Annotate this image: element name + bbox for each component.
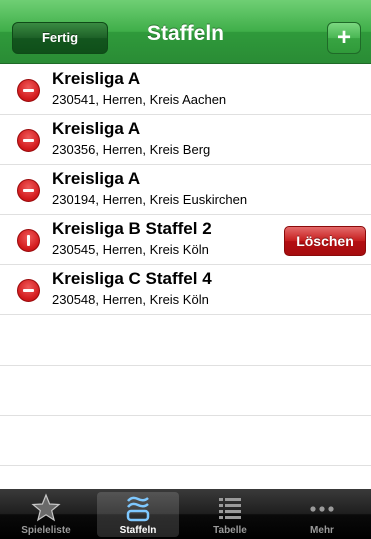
item-title: Kreisliga C Staffel 4 xyxy=(52,269,212,288)
more-icon xyxy=(276,493,368,523)
item-subtitle: 230356, Herren, Kreis Berg xyxy=(52,142,211,157)
item-subtitle: 230194, Herren, Kreis Euskirchen xyxy=(52,192,248,207)
item-subtitle: 230541, Herren, Kreis Aachen xyxy=(52,92,227,107)
tab-label: Staffeln xyxy=(119,525,157,536)
list-item[interactable]: Kreisliga A 230356, Herren, Kreis Berg xyxy=(0,115,371,165)
navigation-bar: Fertig Staffeln + xyxy=(0,0,371,64)
tab-label: Spieleliste xyxy=(21,525,71,536)
tab-staffeln[interactable]: Staffeln xyxy=(92,489,184,539)
minus-circle-icon[interactable] xyxy=(17,129,40,152)
star-icon xyxy=(0,493,92,523)
list-item[interactable]: Kreisliga C Staffel 4 230548, Herren, Kr… xyxy=(0,265,371,315)
list-item[interactable]: Kreisliga B Staffel 2 230545, Herren, Kr… xyxy=(0,215,371,265)
add-button[interactable]: + xyxy=(327,22,361,54)
item-title: Kreisliga A xyxy=(52,69,141,88)
item-title: Kreisliga B Staffel 2 xyxy=(52,219,212,238)
tab-mehr[interactable]: Mehr xyxy=(276,489,368,539)
staffel-list: Kreisliga A 230541, Herren, Kreis Aachen… xyxy=(0,65,371,489)
row-separator xyxy=(0,365,371,366)
tab-bar: Spieleliste Staffeln Tabelle Mehr xyxy=(0,489,371,539)
staffeln-icon xyxy=(92,493,184,523)
item-title: Kreisliga A xyxy=(52,169,141,188)
row-separator xyxy=(0,465,371,466)
item-title: Kreisliga A xyxy=(52,119,141,138)
minus-circle-rotated-icon[interactable] xyxy=(17,229,40,252)
tab-label: Mehr xyxy=(310,525,334,536)
list-item[interactable]: Kreisliga A 230194, Herren, Kreis Euskir… xyxy=(0,165,371,215)
minus-circle-icon[interactable] xyxy=(17,179,40,202)
list-item[interactable]: Kreisliga A 230541, Herren, Kreis Aachen xyxy=(0,65,371,115)
tab-tabelle[interactable]: Tabelle xyxy=(184,489,276,539)
list-icon xyxy=(184,493,276,523)
item-subtitle: 230545, Herren, Kreis Köln xyxy=(52,242,209,257)
minus-circle-icon[interactable] xyxy=(17,279,40,302)
row-separator xyxy=(0,415,371,416)
page-title: Staffeln xyxy=(146,22,224,45)
tab-label: Tabelle xyxy=(213,525,247,536)
minus-circle-icon[interactable] xyxy=(17,79,40,102)
item-subtitle: 230548, Herren, Kreis Köln xyxy=(52,292,209,307)
delete-button[interactable]: Löschen xyxy=(284,226,366,256)
tab-spieleliste[interactable]: Spieleliste xyxy=(0,489,92,539)
